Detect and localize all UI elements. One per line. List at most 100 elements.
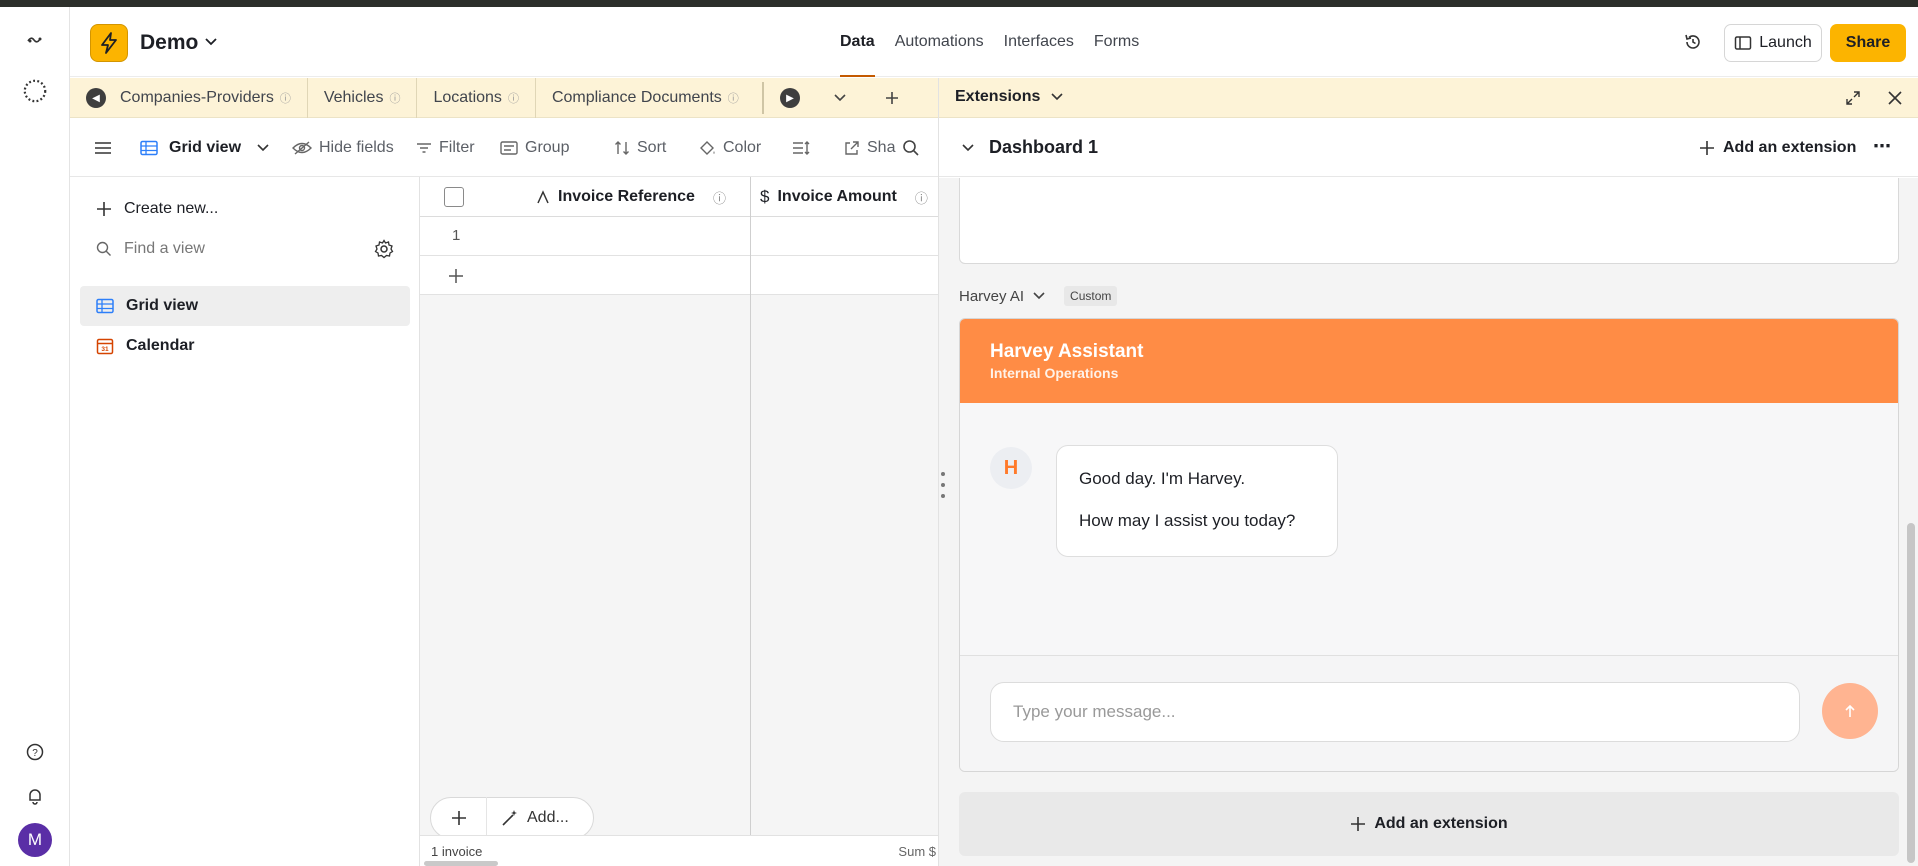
dashboard-bar: Dashboard 1 Add an extension ⋯: [939, 118, 1918, 177]
plus-icon: [1351, 817, 1366, 831]
app-header: Demo Data Automations Interfaces Forms L…: [70, 7, 1918, 77]
sidebar-view-grid[interactable]: Grid view: [80, 286, 410, 326]
grid-view-icon: [140, 140, 158, 155]
calendar-icon: 31: [96, 338, 114, 355]
left-rail: ? M: [0, 7, 70, 866]
expand-icon[interactable]: [1845, 90, 1861, 110]
info-icon[interactable]: ⓘ: [280, 90, 291, 106]
sidebar-view-label: Grid view: [126, 297, 199, 314]
filter-icon: [417, 142, 431, 153]
chevron-down-icon: [1051, 93, 1063, 101]
tabs-divider: [762, 82, 764, 114]
add-with-ai-label: Add...: [527, 809, 569, 826]
add-extension-button[interactable]: Add an extension: [1699, 118, 1856, 177]
column-header-invoice-reference[interactable]: Invoice Reference ⓘ: [536, 177, 726, 217]
extension-card-previous: [959, 178, 1899, 264]
help-icon[interactable]: ?: [22, 739, 48, 765]
sort-button[interactable]: Sort: [614, 118, 666, 177]
info-icon[interactable]: ⓘ: [728, 90, 739, 106]
tabs-scroll-right-icon[interactable]: ▶: [780, 88, 800, 108]
table-tab-vehicles[interactable]: Vehicles ⓘ: [308, 78, 418, 118]
assistant-header: Harvey Assistant Internal Operations: [960, 319, 1898, 403]
tabs-scroll-left-icon[interactable]: ◀: [86, 88, 106, 108]
user-avatar[interactable]: M: [18, 823, 52, 857]
home-logo-icon[interactable]: [22, 27, 48, 53]
base-name[interactable]: Demo: [140, 31, 198, 55]
create-new-view-button[interactable]: Create new...: [80, 189, 410, 229]
column-summary[interactable]: Sum $: [898, 844, 936, 859]
hide-fields-label: Hide fields: [319, 138, 394, 156]
view-settings-gear-icon[interactable]: [374, 239, 394, 263]
column-header-invoice-amount[interactable]: $ Invoice Amount ⓘ: [760, 177, 928, 217]
nav-tab-forms[interactable]: Forms: [1094, 7, 1139, 77]
share-external-icon: [845, 140, 859, 155]
add-with-ai-button[interactable]: Add...: [487, 809, 569, 827]
dashboard-selector[interactable]: Dashboard 1: [961, 118, 1098, 177]
base-lightning-icon[interactable]: [90, 24, 128, 62]
share-view-label: Sha: [867, 138, 896, 156]
base-menu-chevron-icon[interactable]: [204, 34, 218, 50]
group-button[interactable]: Group: [500, 118, 569, 177]
launch-label: Launch: [1759, 34, 1812, 51]
top-strip: [0, 0, 1918, 7]
search-icon[interactable]: [902, 118, 920, 177]
add-record-button[interactable]: [431, 797, 487, 839]
find-view-field[interactable]: Find a view: [80, 229, 410, 269]
user-avatar-letter: M: [27, 830, 43, 849]
all-tables-chevron-down-icon[interactable]: [830, 88, 850, 108]
currency-field-icon: $: [760, 187, 770, 206]
table-tab-locations[interactable]: Locations ⓘ: [417, 78, 536, 118]
custom-badge: Custom: [1064, 286, 1118, 306]
table-tab-companies-providers[interactable]: Companies-Providers ⓘ: [120, 78, 308, 118]
info-icon[interactable]: ⓘ: [508, 90, 519, 106]
workspace-icon[interactable]: [22, 78, 48, 104]
more-options-icon[interactable]: ⋯: [1873, 136, 1891, 157]
info-icon[interactable]: ⓘ: [389, 90, 400, 106]
harvey-assistant-card: Harvey Assistant Internal Operations H G…: [959, 318, 1899, 772]
text-field-icon: [537, 190, 549, 204]
close-icon[interactable]: [1887, 90, 1903, 110]
table-tab-compliance-documents[interactable]: Compliance Documents ⓘ: [536, 78, 755, 118]
nav-tab-interfaces[interactable]: Interfaces: [1004, 7, 1074, 77]
horizontal-scrollbar[interactable]: [424, 861, 498, 866]
view-switcher[interactable]: Grid view: [140, 118, 270, 177]
share-view-button[interactable]: Sha: [844, 118, 895, 177]
nav-tab-data[interactable]: Data: [840, 7, 875, 77]
vertical-scrollbar[interactable]: [1907, 523, 1915, 863]
select-all-checkbox[interactable]: [444, 187, 464, 207]
launch-icon: [1735, 36, 1752, 50]
extensions-menu[interactable]: Extensions: [955, 88, 1064, 106]
filter-button[interactable]: Filter: [416, 118, 475, 177]
sort-icon: [615, 140, 629, 155]
svg-text:?: ?: [32, 748, 38, 759]
table-tabs-bar: ◀ Companies-Providers ⓘ Vehicles ⓘ Locat…: [70, 78, 938, 118]
column-divider: [750, 177, 751, 866]
extension-section-header[interactable]: Harvey AI Custom: [959, 286, 1118, 306]
table-tab-label: Locations: [433, 89, 502, 106]
share-button[interactable]: Share: [1830, 24, 1906, 62]
group-icon: [500, 140, 518, 155]
history-icon[interactable]: [1682, 31, 1704, 53]
create-new-label: Create new...: [124, 200, 219, 217]
sidebar-toggle-icon[interactable]: [94, 118, 112, 177]
sidebar-view-calendar[interactable]: 31 Calendar: [80, 326, 410, 366]
info-icon[interactable]: ⓘ: [915, 188, 928, 207]
add-table-plus-icon[interactable]: [882, 88, 902, 108]
color-label: Color: [723, 138, 762, 156]
view-toolbar: Grid view Hide fields Filter Group Sort …: [70, 118, 938, 177]
hide-fields-button[interactable]: Hide fields: [292, 118, 394, 177]
column-header-label: Invoice Reference: [558, 188, 695, 205]
color-button[interactable]: Color: [698, 118, 761, 177]
message-input[interactable]: Type your message...: [990, 682, 1800, 742]
add-extension-bottom-label: Add an extension: [1374, 815, 1508, 832]
panel-resize-handle[interactable]: [940, 472, 946, 498]
add-row-button[interactable]: [420, 256, 938, 295]
info-icon[interactable]: ⓘ: [713, 188, 726, 207]
row-height-icon[interactable]: [792, 118, 810, 177]
table-row[interactable]: 1: [420, 217, 938, 256]
notifications-bell-icon[interactable]: [22, 783, 48, 809]
launch-button[interactable]: Launch: [1724, 24, 1822, 62]
send-button[interactable]: [1822, 683, 1878, 739]
add-extension-bottom-button[interactable]: Add an extension: [959, 792, 1899, 856]
nav-tab-automations[interactable]: Automations: [895, 7, 984, 77]
